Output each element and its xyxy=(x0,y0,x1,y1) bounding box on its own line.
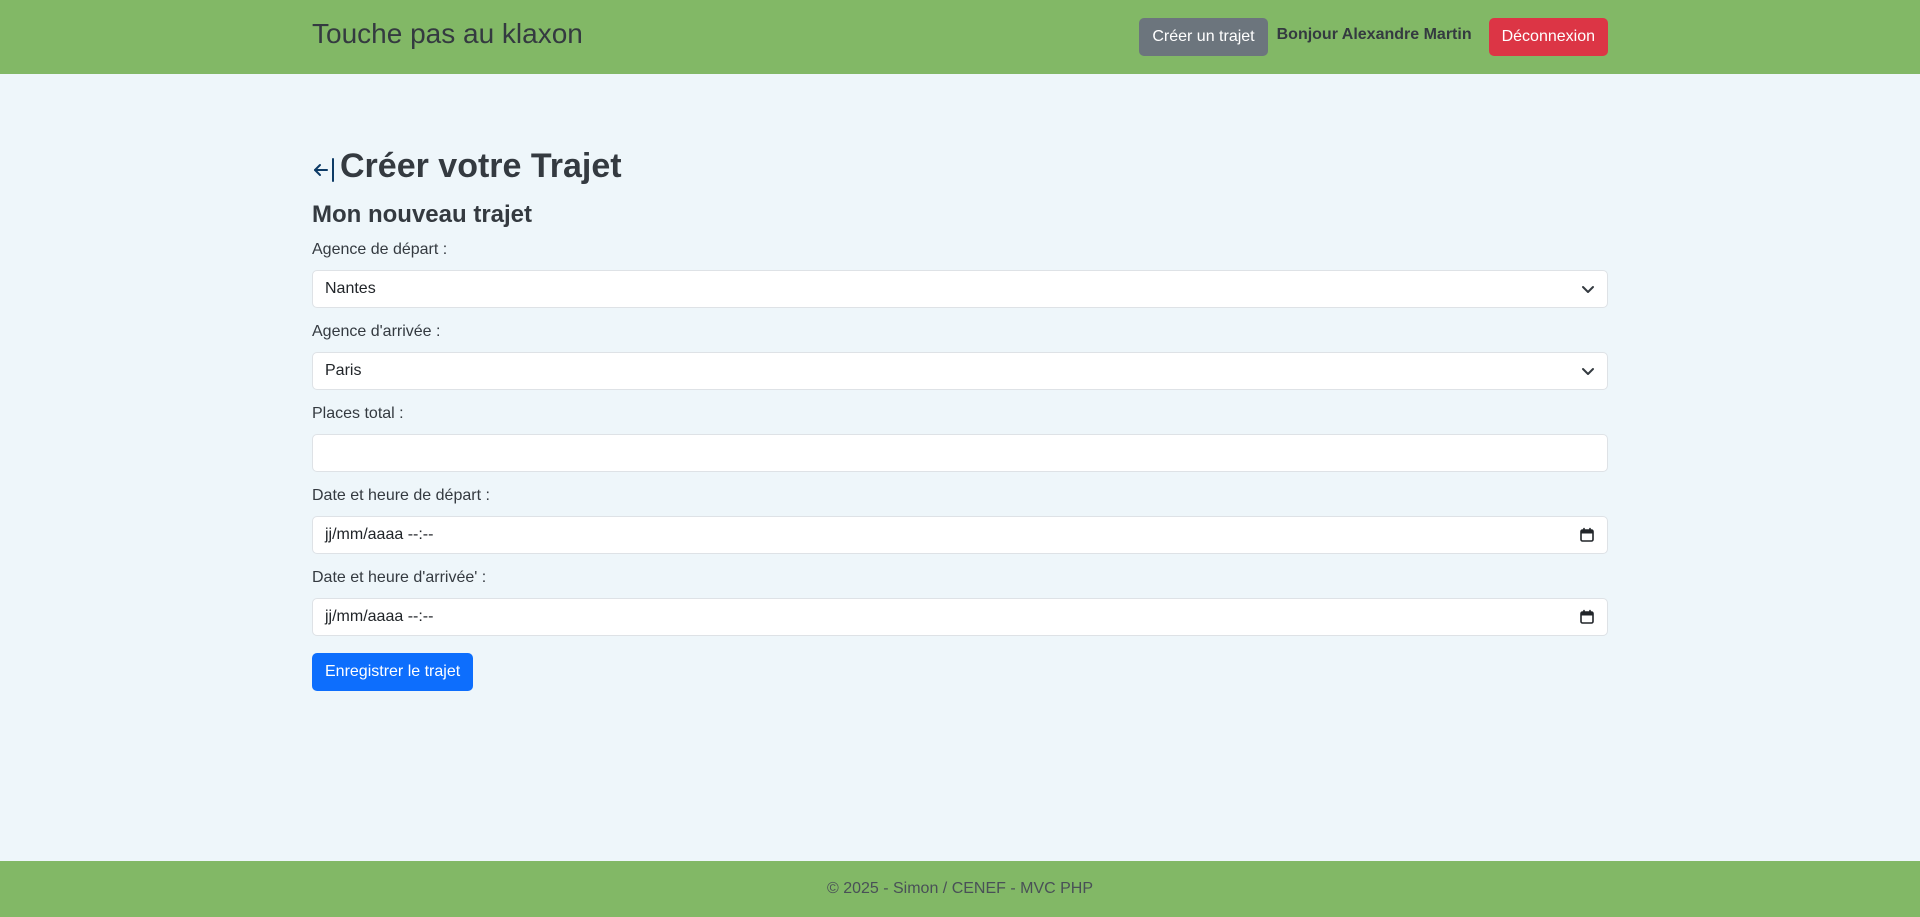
submit-row: Enregistrer le trajet xyxy=(312,653,1608,691)
create-trip-button[interactable]: Créer un trajet xyxy=(1139,18,1268,56)
create-trip-form: Agence de départ : Nantes Agence d'arriv… xyxy=(312,240,1608,691)
footer-text: © 2025 - Simon / CENEF - MVC PHP xyxy=(826,880,1094,897)
arrival-datetime-group: Date et heure d'arrivée' : jj/mm/aaaa --… xyxy=(312,568,1608,636)
page-heading: Créer votre Trajet xyxy=(312,140,1608,192)
departure-datetime-label: Date et heure de départ : xyxy=(312,487,490,504)
logout-button[interactable]: Déconnexion xyxy=(1488,18,1608,56)
save-trip-button[interactable]: Enregistrer le trajet xyxy=(312,653,474,691)
departure-datetime-group: Date et heure de départ : jj/mm/aaaa --:… xyxy=(312,486,1608,554)
seats-total-input[interactable] xyxy=(312,434,1608,472)
arrival-agency-select[interactable]: Paris xyxy=(312,352,1608,390)
arrival-datetime-value: jj/mm/aaaa --:-- xyxy=(325,608,434,625)
calendar-icon[interactable] xyxy=(1579,609,1595,625)
seats-total-group: Places total : xyxy=(312,404,1608,472)
user-greeting: Bonjour Alexandre Martin xyxy=(1276,26,1472,43)
calendar-icon[interactable] xyxy=(1579,527,1595,543)
footer: © 2025 - Simon / CENEF - MVC PHP xyxy=(0,861,1920,917)
arrival-agency-label: Agence d'arrivée : xyxy=(312,323,441,340)
departure-agency-value: Nantes xyxy=(325,280,376,297)
nav-actions: Créer un trajet Bonjour Alexandre Martin… xyxy=(1139,18,1608,56)
departure-agency-group: Agence de départ : Nantes xyxy=(312,240,1608,308)
main-content: Créer votre Trajet Mon nouveau trajet Ag… xyxy=(312,140,1608,691)
departure-datetime-input[interactable]: jj/mm/aaaa --:-- xyxy=(312,516,1608,554)
chevron-down-icon xyxy=(1581,282,1595,296)
seats-total-label: Places total : xyxy=(312,405,404,422)
arrival-datetime-input[interactable]: jj/mm/aaaa --:-- xyxy=(312,598,1608,636)
arrival-agency-group: Agence d'arrivée : Paris xyxy=(312,322,1608,390)
brand-link[interactable]: Touche pas au klaxon xyxy=(312,17,583,51)
form-subtitle: Mon nouveau trajet xyxy=(312,201,533,228)
chevron-down-icon xyxy=(1581,364,1595,378)
top-navbar: Touche pas au klaxon Créer un trajet Bon… xyxy=(0,0,1920,74)
arrival-datetime-label: Date et heure d'arrivée' : xyxy=(312,569,487,586)
arrival-agency-value: Paris xyxy=(325,362,362,379)
page-title: Créer votre Trajet xyxy=(340,147,622,185)
departure-agency-label: Agence de départ : xyxy=(312,241,448,258)
back-button[interactable] xyxy=(312,156,336,184)
departure-agency-select[interactable]: Nantes xyxy=(312,270,1608,308)
arrow-left-bar-icon xyxy=(312,156,336,184)
departure-datetime-value: jj/mm/aaaa --:-- xyxy=(325,526,434,543)
